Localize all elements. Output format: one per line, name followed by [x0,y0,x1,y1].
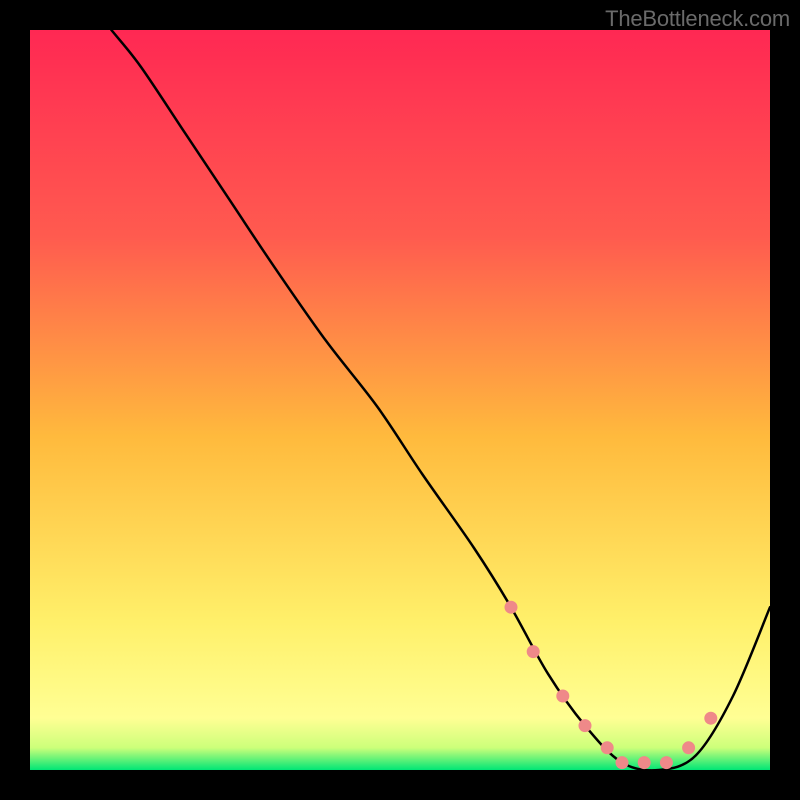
valley-marker [579,720,591,732]
attribution-link[interactable]: TheBottleneck.com [605,6,790,32]
plot-area [30,30,770,770]
valley-marker [505,601,517,613]
valley-marker [683,742,695,754]
valley-marker [557,690,569,702]
chart-container: TheBottleneck.com [0,0,800,800]
valley-marker [705,712,717,724]
valley-marker [638,757,650,769]
valley-marker [527,646,539,658]
valley-marker [616,757,628,769]
bottleneck-heatmap [0,0,800,800]
valley-marker [601,742,613,754]
valley-marker [660,757,672,769]
gradient-background [30,30,770,770]
